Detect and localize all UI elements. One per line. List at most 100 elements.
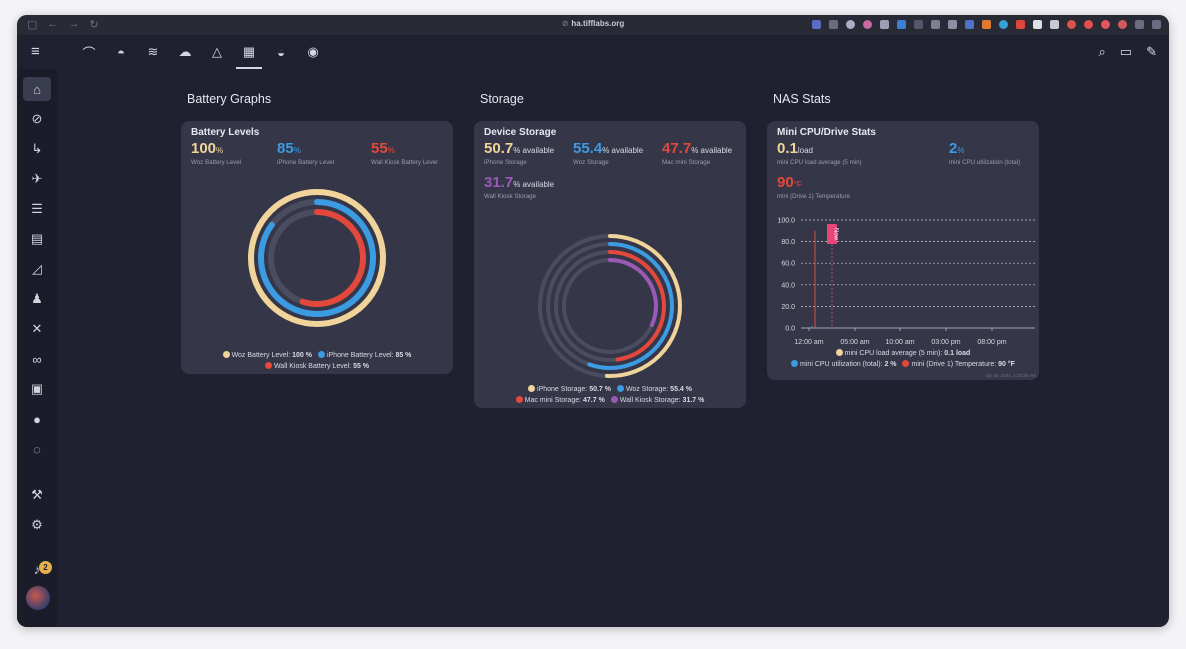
sidebar-item-icon[interactable]: ✈ xyxy=(23,167,51,191)
sidebar-item-icon[interactable]: ∞ xyxy=(23,347,51,371)
x-tick-label: 03:00 pm xyxy=(931,339,960,346)
extension-icon[interactable] xyxy=(982,20,991,29)
legend-item[interactable]: mini (Drive 1) Temperature: 90 °F xyxy=(902,360,1015,368)
y-tick-label: 60.0 xyxy=(781,261,795,268)
legend-dot xyxy=(791,360,799,367)
avatar[interactable] xyxy=(26,586,50,610)
legend-label: Mac mini Storage: xyxy=(524,397,582,404)
assist-icon[interactable]: ▭ xyxy=(1120,44,1132,60)
y-tick-label: 0.0 xyxy=(785,326,795,333)
view-tab-icon[interactable]: ⌒ xyxy=(73,35,105,69)
extension-icon[interactable] xyxy=(1084,20,1093,29)
y-tick-label: 100.0 xyxy=(777,218,795,225)
legend-value: 0.1 load xyxy=(944,350,971,357)
legend-label: mini (Drive 1) Temperature: xyxy=(911,361,997,368)
extension-icon[interactable] xyxy=(948,20,957,29)
extension-icon[interactable] xyxy=(931,20,940,29)
view-tab-icon[interactable]: ☁ xyxy=(169,35,201,69)
legend-item[interactable]: Mac mini Storage: 47.7 % xyxy=(515,396,605,404)
sidebar-item-icon[interactable]: ↳ xyxy=(23,137,51,161)
sidebar-item-icon[interactable]: ♟ xyxy=(23,287,51,311)
legend-value: 31.7 % xyxy=(682,397,705,404)
legend-value: 55.4 % xyxy=(670,386,692,393)
sidebar: 2 ⌂ ⊘ ↳ ✈ ☰ ▤ ◿ ♟ ✕ ∞ ▣ ● ◌ ⚒ ⚙ ♪ xyxy=(17,69,57,627)
legend-row: iPhone Storage: 50.7 % Woz Storage: 55.4… xyxy=(474,384,746,395)
view-tab-icon[interactable]: ◒ xyxy=(265,35,297,69)
extension-icon[interactable] xyxy=(1033,20,1042,29)
notifications-icon[interactable]: ♪ xyxy=(23,557,51,581)
extensions-bar xyxy=(812,20,1161,29)
legend-row: Woz Battery Level: 100 % iPhone Battery … xyxy=(181,350,453,361)
legend-dot xyxy=(528,385,536,392)
extension-icon[interactable] xyxy=(1152,20,1161,29)
extension-icon[interactable] xyxy=(1101,20,1110,29)
extension-icon[interactable] xyxy=(1067,20,1076,29)
battery-card: Battery Levels 100% Woz Battery Level 85… xyxy=(181,121,453,374)
legend-item[interactable]: iPhone Storage: 50.7 % xyxy=(528,385,611,393)
legend-dot xyxy=(515,396,523,403)
column-title-nas: NAS Stats xyxy=(773,92,831,106)
sidebar-item-icon[interactable]: ◿ xyxy=(23,257,51,281)
legend-item[interactable]: iPhone Battery Level: 85 % xyxy=(317,351,411,359)
nas-card: Mini CPU/Drive Stats 0.1load mini CPU lo… xyxy=(767,121,1039,380)
extension-icon[interactable] xyxy=(914,20,923,29)
legend-value: 50.7 % xyxy=(589,386,611,393)
legend-dot xyxy=(317,351,325,358)
x-tick-label: 12:00 am xyxy=(794,339,823,346)
legend-item[interactable]: Wall Kiosk Battery Level: 55 % xyxy=(264,362,370,370)
legend-row: Mac mini Storage: 47.7 % Wall Kiosk Stor… xyxy=(474,395,746,406)
battery-legend: Woz Battery Level: 100 % iPhone Battery … xyxy=(181,350,453,372)
browser-window: ▢ ← → ↻ ⊘ ha.tifflabs.org ≡ ⌒ ◓ ≋ ☁ △ ▦ … xyxy=(17,15,1169,627)
legend-item[interactable]: Wall Kiosk Storage: 31.7 % xyxy=(610,396,705,404)
sidebar-item-icon[interactable]: ⌂ xyxy=(23,77,51,101)
search-icon[interactable]: ⌕ xyxy=(1099,44,1106,60)
sidebar-item-icon[interactable]: ◌ xyxy=(23,437,51,461)
legend-row: mini CPU utilization (total): 2 % mini (… xyxy=(767,359,1039,370)
extension-icon[interactable] xyxy=(1016,20,1025,29)
extension-icon[interactable] xyxy=(1135,20,1144,29)
battery-ring-chart xyxy=(248,189,386,327)
sidebar-item-icon[interactable]: ▤ xyxy=(23,227,51,251)
nas-legend: mini CPU load average (5 min): 0.1 load … xyxy=(767,348,1039,370)
extension-icon[interactable] xyxy=(1118,20,1127,29)
extension-icon[interactable] xyxy=(1050,20,1059,29)
legend-item[interactable]: mini CPU utilization (total): 2 % xyxy=(791,360,897,368)
developer-tools-icon[interactable]: ⚒ xyxy=(23,483,51,507)
extension-icon[interactable] xyxy=(965,20,974,29)
sidebar-item-icon[interactable]: ✕ xyxy=(23,317,51,341)
legend-label: Wall Kiosk Battery Level: xyxy=(273,363,352,370)
legend-item[interactable]: Woz Battery Level: 100 % xyxy=(222,351,312,359)
view-tab-icon[interactable]: ◓ xyxy=(105,35,137,69)
legend-item[interactable]: Woz Storage: 55.4 % xyxy=(616,385,692,393)
sidebar-item-icon[interactable]: ⊘ xyxy=(23,107,51,131)
extension-icon[interactable] xyxy=(863,20,872,29)
view-tab-icon[interactable]: ▦ xyxy=(233,35,265,69)
sidebar-item-icon[interactable]: ● xyxy=(23,407,51,431)
legend-label: mini CPU load average (5 min): xyxy=(844,350,943,357)
x-tick-label: 10:00 am xyxy=(885,339,914,346)
view-tab-icon[interactable]: △ xyxy=(201,35,233,69)
extension-icon[interactable] xyxy=(999,20,1008,29)
legend-label: iPhone Storage: xyxy=(537,386,588,393)
extension-icon[interactable] xyxy=(897,20,906,29)
nas-history-chart[interactable]: 100.0 80.0 60.0 40.0 20.0 0.0 12:00 am 05:00 am… xyxy=(767,121,1039,380)
settings-icon[interactable]: ⚙ xyxy=(23,513,51,537)
sidebar-item-icon[interactable]: ▣ xyxy=(23,377,51,401)
legend-value: 55 % xyxy=(353,363,370,370)
extension-icon[interactable] xyxy=(812,20,821,29)
legend-dot xyxy=(610,396,618,403)
sidebar-item-icon[interactable]: ☰ xyxy=(23,197,51,221)
legend-dot xyxy=(222,351,230,358)
legend-label: Woz Battery Level: xyxy=(231,352,291,359)
url-text: ha.tifflabs.org xyxy=(571,19,625,28)
menu-icon[interactable]: ≡ xyxy=(31,43,40,60)
legend-dot xyxy=(902,360,910,367)
extension-icon[interactable] xyxy=(880,20,889,29)
edit-icon[interactable]: ✎ xyxy=(1146,44,1157,60)
view-tab-icon[interactable]: ≋ xyxy=(137,35,169,69)
extension-icon[interactable] xyxy=(829,20,838,29)
view-tab-icon[interactable]: ◉ xyxy=(297,35,329,69)
browser-bar: ▢ ← → ↻ ⊘ ha.tifflabs.org xyxy=(17,15,1169,35)
extension-icon[interactable] xyxy=(846,20,855,29)
legend-item[interactable]: mini CPU load average (5 min): 0.1 load xyxy=(835,349,971,357)
